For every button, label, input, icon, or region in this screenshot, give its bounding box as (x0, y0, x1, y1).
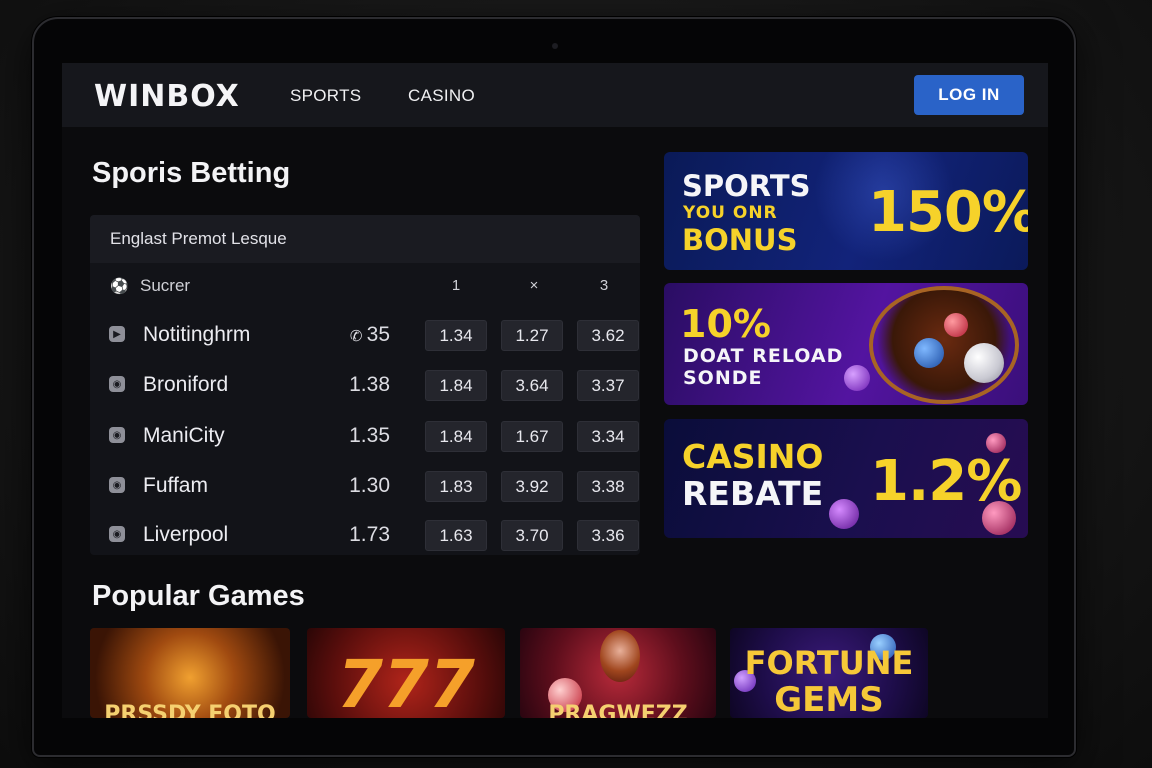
odds-button-away[interactable]: 3.36 (577, 520, 639, 551)
game-title: PRSSDY FOTO (104, 702, 276, 718)
promo-sports-value: 150% (868, 180, 1028, 245)
odds-button-away[interactable]: 3.34 (577, 421, 639, 452)
odds-header-row: ⚽ Sucrer 1 × 3 (90, 263, 640, 307)
odds-button-away[interactable]: 3.37 (577, 370, 639, 401)
game-tile[interactable]: PRSSDY FOTO (90, 628, 290, 718)
promo-casino-rebate[interactable]: CASINO REBATE 1.2% (664, 419, 1028, 538)
login-button[interactable]: LOG IN (914, 75, 1024, 115)
column-away: 3 (599, 277, 609, 294)
gem-decoration (986, 433, 1006, 453)
team-name: Notitinghrm (143, 323, 251, 346)
odds-button-draw[interactable]: 1.67 (501, 421, 563, 452)
odds-button-home[interactable]: 1.83 (425, 471, 487, 502)
roulette-wheel-image (869, 286, 1019, 404)
gem-decoration (982, 501, 1016, 535)
game-title: PRAGWEZZ (548, 702, 688, 718)
table-row[interactable]: ◉ Broniford 1.38 1.84 3.64 3.37 (90, 360, 640, 410)
promo-sports-line2: YOU ONR (683, 203, 778, 223)
promo-reload-line2: DOAT RELOAD (683, 345, 844, 367)
nav-casino-link[interactable]: CASINO (408, 86, 475, 106)
dealer-portrait (600, 630, 640, 682)
team-name: Fuffam (143, 474, 208, 497)
gem-decoration (914, 338, 944, 368)
soccer-ball-icon: ⚽ (110, 278, 129, 295)
promo-sports-line1: SPORTS (682, 169, 811, 203)
gem-decoration (944, 313, 968, 337)
odds-button-home[interactable]: 1.84 (425, 370, 487, 401)
team-price: ✆ 35 (330, 323, 390, 347)
team-name: ManiCity (143, 424, 225, 447)
betting-panel: Englast Premot Lesque ⚽ Sucrer 1 × 3 ▶ N… (90, 215, 640, 555)
team-name: Broniford (143, 373, 229, 396)
game-tile[interactable]: PRAGWEZZ (520, 628, 716, 718)
team-crest-icon: ◉ (109, 376, 125, 392)
gem-decoration (829, 499, 859, 529)
promo-reload-bonus[interactable]: 10% DOAT RELOAD SONDE (664, 283, 1028, 405)
sports-betting-title: Sporis Betting (92, 157, 291, 189)
table-row[interactable]: ◉ Fuffam 1.30 1.83 3.92 3.38 (90, 461, 640, 511)
odds-button-away[interactable]: 3.38 (577, 471, 639, 502)
league-header[interactable]: Englast Premot Lesque (90, 215, 640, 263)
game-tile[interactable]: FORTUNE GEMS (730, 628, 928, 718)
team-crest-icon: ▶ (109, 326, 125, 342)
team-price: 1.73 (349, 523, 390, 546)
column-draw: × (529, 277, 539, 294)
team-crest-icon: ◉ (109, 526, 125, 542)
odds-button-draw[interactable]: 3.64 (501, 370, 563, 401)
game-tile[interactable]: 777 (307, 628, 505, 718)
sport-label: Sucrer (140, 276, 191, 295)
promo-sports-line3: BONUS (682, 223, 798, 257)
odds-button-home[interactable]: 1.63 (425, 520, 487, 551)
promo-sports-bonus[interactable]: SPORTS YOU ONR BONUS 150% (664, 152, 1028, 270)
webcam (552, 43, 558, 49)
league-name: Englast Premot Lesque (110, 229, 287, 248)
game-title: FORTUNE (744, 644, 914, 682)
table-row[interactable]: ◉ Liverpool 1.73 1.63 3.70 3.36 (90, 510, 640, 555)
phone-icon: ✆ (349, 328, 367, 345)
brand-logo[interactable]: WINBOX (94, 79, 240, 114)
odds-button-draw[interactable]: 1.27 (501, 320, 563, 351)
promo-rebate-line1: CASINO (682, 437, 824, 476)
nav-sports-link[interactable]: SPORTS (290, 86, 361, 106)
browser-viewport: WINBOX SPORTS CASINO LOG IN Sporis Betti… (62, 63, 1048, 718)
odds-button-draw[interactable]: 3.92 (501, 471, 563, 502)
game-title: 777 (337, 646, 475, 718)
popular-games-title: Popular Games (92, 580, 305, 612)
team-crest-icon: ◉ (109, 427, 125, 443)
team-name: Liverpool (143, 523, 229, 546)
casino-chip-decoration (964, 343, 1004, 383)
game-title-line2: GEMS (774, 680, 884, 718)
odds-button-home[interactable]: 1.34 (425, 320, 487, 351)
gem-decoration (844, 365, 870, 391)
column-home: 1 (451, 277, 461, 294)
team-price: 1.30 (349, 474, 390, 497)
odds-button-away[interactable]: 3.62 (577, 320, 639, 351)
promo-reload-line1: 10% (680, 302, 771, 346)
odds-button-draw[interactable]: 3.70 (501, 520, 563, 551)
table-row[interactable]: ◉ ManiCity 1.35 1.84 1.67 3.34 (90, 411, 640, 461)
promo-rebate-line2: REBATE (682, 474, 824, 513)
top-navigation-bar: WINBOX SPORTS CASINO LOG IN (62, 63, 1048, 127)
promo-reload-line3: SONDE (683, 367, 763, 389)
team-price-value: 35 (366, 323, 390, 346)
odds-button-home[interactable]: 1.84 (425, 421, 487, 452)
team-price: 1.35 (349, 424, 390, 447)
team-price: 1.38 (349, 373, 390, 396)
team-crest-icon: ◉ (109, 477, 125, 493)
table-row[interactable]: ▶ Notitinghrm ✆ 35 1.34 1.27 3.62 (90, 310, 640, 360)
